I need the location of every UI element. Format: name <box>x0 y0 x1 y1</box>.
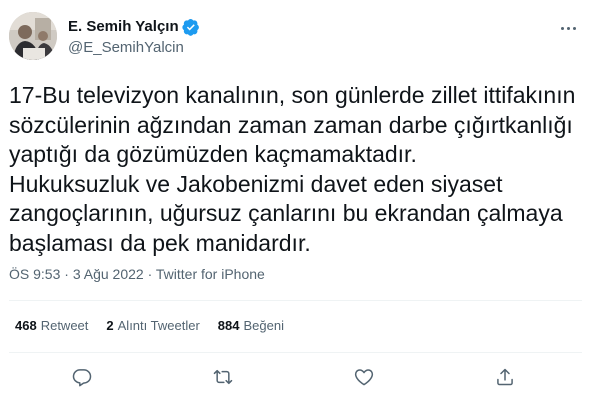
heart-icon <box>354 369 374 386</box>
meta-separator: · <box>147 266 153 282</box>
quotes-stat[interactable]: 2 Alıntı Tweetler <box>106 318 199 334</box>
reply-icon <box>72 369 92 387</box>
engagement-stats: 468 Retweet 2 Alıntı Tweetler 884 Beğeni <box>15 318 302 334</box>
likes-stat[interactable]: 884 Beğeni <box>218 318 284 334</box>
author-handle[interactable]: @E_SemihYalcin <box>68 38 184 58</box>
tweet-date[interactable]: 3 Ağu 2022 <box>73 266 144 282</box>
verified-badge-icon <box>182 18 199 36</box>
tweet-card: E. Semih Yalçın @E_SemihYalcin 17-Bu tel… <box>0 0 591 409</box>
more-options-icon[interactable] <box>557 18 579 38</box>
divider <box>9 352 582 353</box>
avatar[interactable] <box>9 12 57 60</box>
tweet-time[interactable]: ÖS 9:53 <box>9 266 60 282</box>
likes-label: Beğeni <box>243 318 284 333</box>
retweet-button[interactable] <box>211 365 235 389</box>
retweets-stat[interactable]: 468 Retweet <box>15 318 88 334</box>
quotes-count: 2 <box>106 318 114 333</box>
tweet-meta: ÖS 9:53 · 3 Ağu 2022 · Twitter for iPhon… <box>9 265 265 283</box>
avatar-photo <box>9 12 57 60</box>
retweets-label: Retweet <box>40 318 89 333</box>
retweets-count: 468 <box>15 318 37 333</box>
like-button[interactable] <box>352 365 376 389</box>
author-name-row[interactable]: E. Semih Yalçın <box>68 16 200 38</box>
share-icon <box>497 368 513 386</box>
tweet-text: 17-Bu televizyon kanalının, son günlerde… <box>9 82 576 256</box>
tweet-source[interactable]: Twitter for iPhone <box>156 266 265 282</box>
display-name[interactable]: E. Semih Yalçın <box>68 17 179 37</box>
likes-count: 884 <box>217 318 240 333</box>
divider <box>9 300 582 301</box>
retweet-icon <box>213 369 233 385</box>
share-button[interactable] <box>493 365 517 389</box>
quotes-label: Alıntı Tweetler <box>117 318 200 333</box>
action-bar <box>0 363 591 391</box>
meta-separator: · <box>64 266 69 282</box>
reply-button[interactable] <box>70 365 94 389</box>
